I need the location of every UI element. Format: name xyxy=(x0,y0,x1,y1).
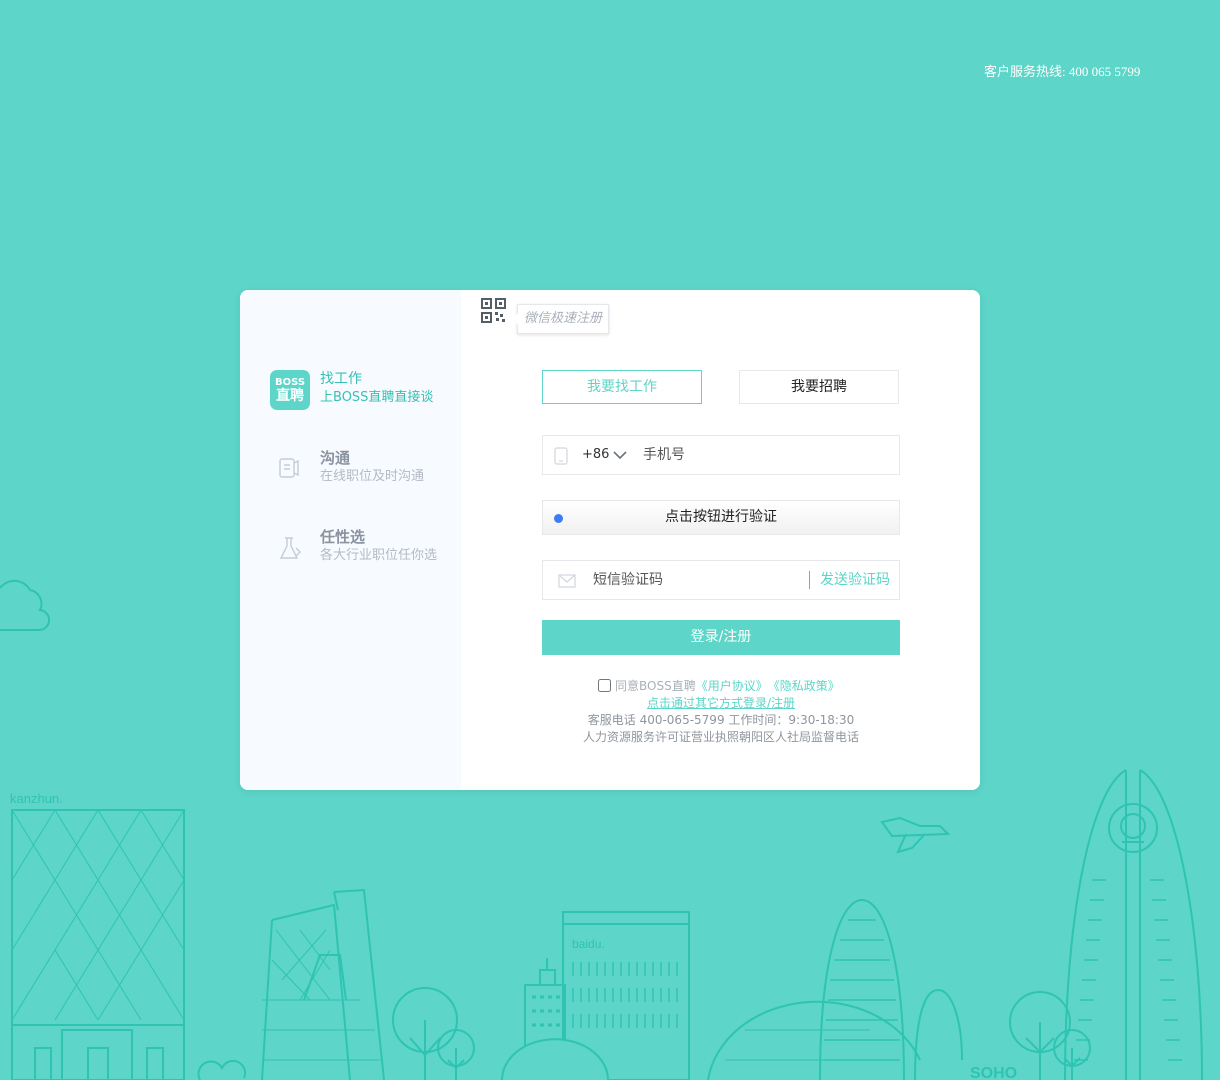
country-code-select[interactable]: +86 xyxy=(582,436,609,474)
kanzhun-label: kanzhun. xyxy=(10,791,63,806)
license-note: 人力资源服务许可证营业执照朝阳区人社局监督电话 xyxy=(582,730,859,744)
sms-code-input[interactable] xyxy=(593,569,793,591)
chat-icon xyxy=(279,458,299,478)
qr-code-icon[interactable] xyxy=(480,297,508,325)
feature-title: 沟通 xyxy=(320,449,351,467)
feature-subtitle: 上BOSS直聘直接谈 xyxy=(320,390,434,405)
wechat-register-tooltip[interactable]: 微信极速注册 xyxy=(511,304,610,334)
soho-label: SOHO xyxy=(970,1065,1017,1080)
mail-icon xyxy=(558,574,576,588)
tab-recruit[interactable]: 我要招聘 xyxy=(739,370,899,404)
captcha-verify-button[interactable]: 点击按钮进行验证 xyxy=(542,500,900,535)
sms-code-field: 发送验证码 xyxy=(542,560,900,600)
feature-chat: 沟通 在线职位及时沟通 xyxy=(270,449,424,489)
chevron-down-icon[interactable] xyxy=(612,448,628,462)
user-agreement-link[interactable]: 《用户协议》 xyxy=(696,677,768,694)
boss-logo-icon: BOSS 直聘 xyxy=(270,370,310,410)
feature-title: 找工作 xyxy=(320,371,362,387)
other-login-link[interactable]: 点击通过其它方式登录/注册 xyxy=(240,694,980,711)
feature-subtitle: 在线职位及时沟通 xyxy=(320,469,425,484)
service-hours-note: 客服电话 400-065-5799 工作时间：9:30-18:30 xyxy=(587,713,855,727)
feature-title: 任性选 xyxy=(320,528,366,546)
feature-find-job: BOSS 直聘 找工作 上BOSS直聘直接谈 xyxy=(270,370,433,410)
flask-icon xyxy=(279,537,301,559)
agreement-checkbox[interactable] xyxy=(598,678,611,692)
verify-dot-icon xyxy=(554,514,563,523)
customer-hotline: 客户服务热线: 400 065 5799 xyxy=(984,64,1141,79)
boss-logo-text-bottom: 直聘 xyxy=(276,387,304,404)
tab-find-job[interactable]: 我要找工作 xyxy=(542,370,702,404)
feature-subtitle: 各大行业职位任你选 xyxy=(320,548,438,563)
baidu-label: baidu. xyxy=(572,937,605,951)
login-register-button[interactable]: 登录/注册 xyxy=(542,620,900,655)
send-code-button[interactable]: 发送验证码 xyxy=(820,561,890,599)
phone-input[interactable] xyxy=(643,444,883,466)
agreement-prefix: 同意BOSS直聘 xyxy=(615,678,696,693)
phone-field: +86 xyxy=(542,435,900,475)
privacy-policy-link[interactable]: 《隐私政策》 xyxy=(768,677,840,694)
boss-logo-text-top: BOSS xyxy=(274,376,306,388)
divider xyxy=(809,571,810,589)
login-card: BOSS 直聘 找工作 上BOSS直聘直接谈 沟通 在线职位及时沟通 任性选 各… xyxy=(240,290,980,790)
verify-button-label: 点击按钮进行验证 xyxy=(665,509,777,525)
phone-icon xyxy=(554,447,568,465)
feature-choose: 任性选 各大行业职位任你选 xyxy=(270,528,437,568)
agreement-row: 同意BOSS直聘 《用户协议》 《隐私政策》 xyxy=(598,676,840,694)
